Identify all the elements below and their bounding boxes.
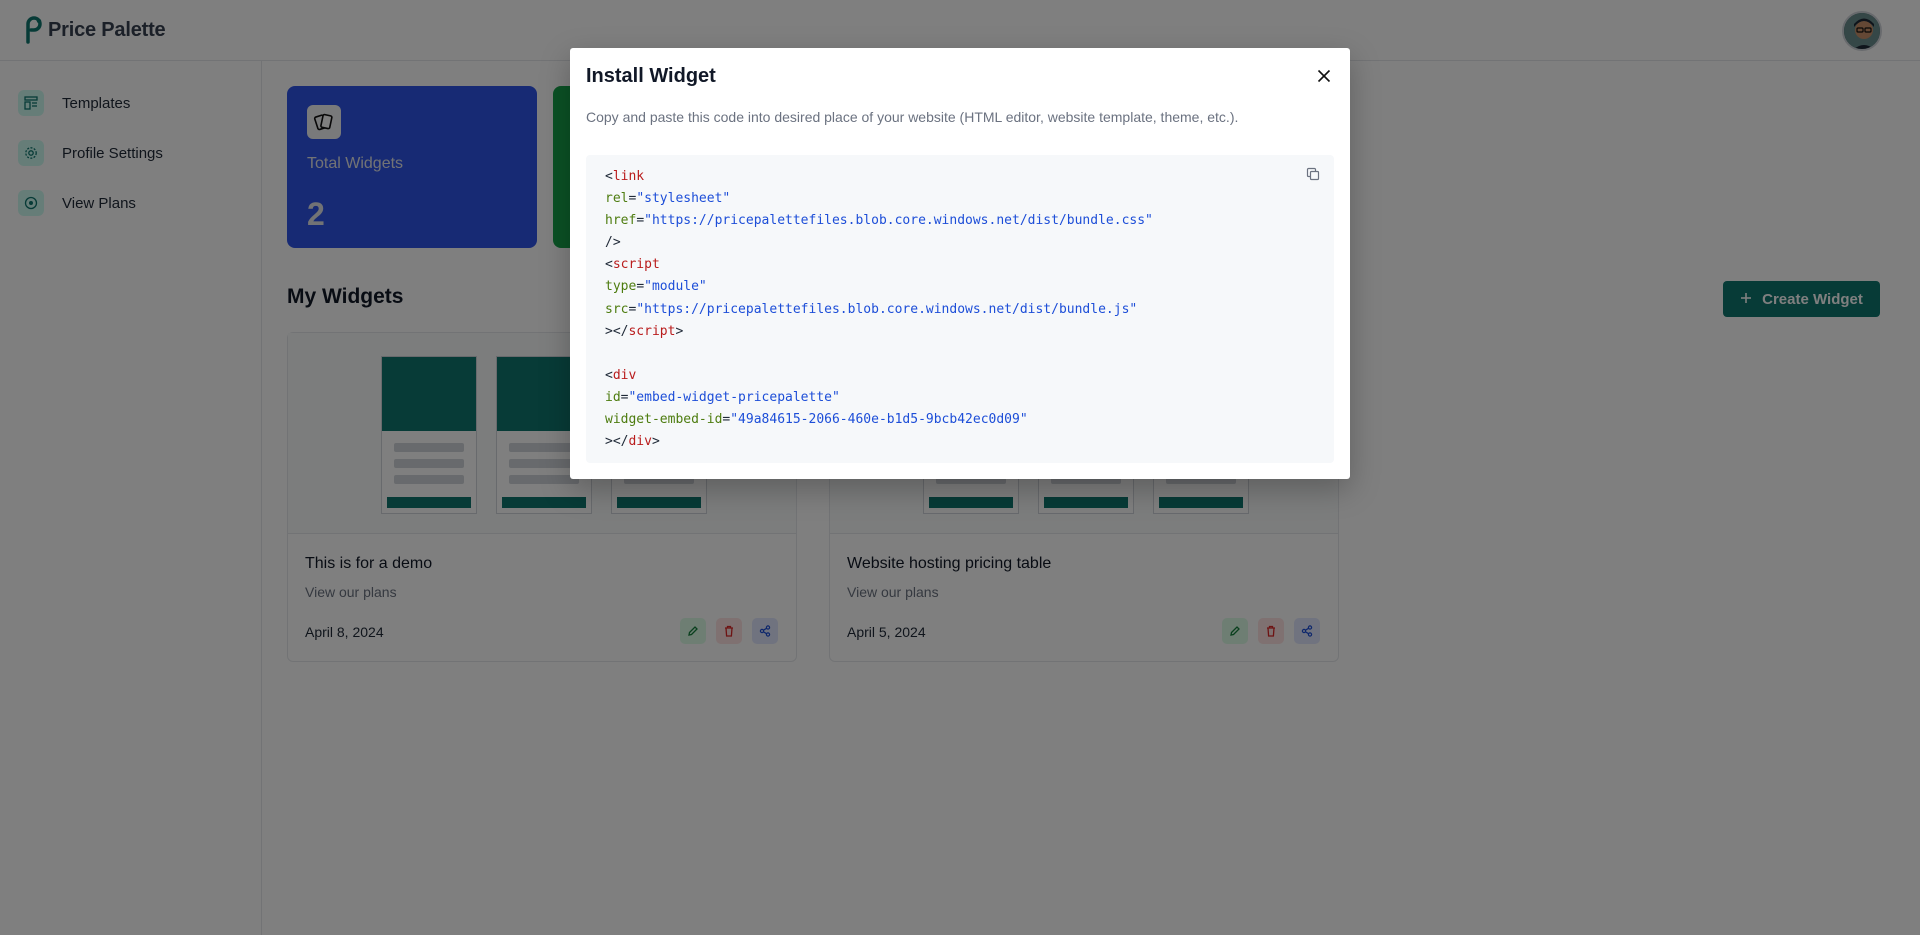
code-value: "https://pricepalettefiles.blob.core.win… (644, 213, 1153, 229)
code-tag: div (612, 367, 637, 383)
code-attr: href (605, 213, 637, 229)
code-tag: link (612, 169, 645, 184)
code-attr: rel (605, 191, 629, 207)
code-attr: src (605, 301, 629, 317)
embed-code: <link rel="stylesheet" href="https://pri… (605, 169, 1153, 450)
code-tag: script (628, 323, 676, 339)
code-value: "embed-widget-pricepalette" (628, 389, 840, 405)
code-value: "https://pricepalettefiles.blob.core.win… (636, 301, 1138, 317)
code-tag: div (628, 434, 652, 450)
code-attr: id (605, 389, 621, 405)
code-attr: widget-embed-id (605, 412, 723, 428)
install-widget-modal: Install Widget Copy and paste this code … (570, 48, 1350, 479)
code-value: "module" (644, 279, 707, 295)
close-icon[interactable] (1314, 66, 1334, 86)
modal-description: Copy and paste this code into desired pl… (586, 109, 1239, 125)
code-value: "49a84615-2066-460e-b1d5-9bcb42ec0d09" (730, 412, 1028, 428)
copy-icon[interactable] (1304, 165, 1322, 183)
code-tag: script (612, 257, 660, 273)
code-punct: /> (605, 235, 621, 251)
modal-title: Install Widget (586, 65, 716, 87)
code-attr: type (605, 279, 637, 295)
code-value: "stylesheet" (636, 191, 731, 207)
embed-code-block[interactable]: <link rel="stylesheet" href="https://pri… (586, 155, 1334, 463)
